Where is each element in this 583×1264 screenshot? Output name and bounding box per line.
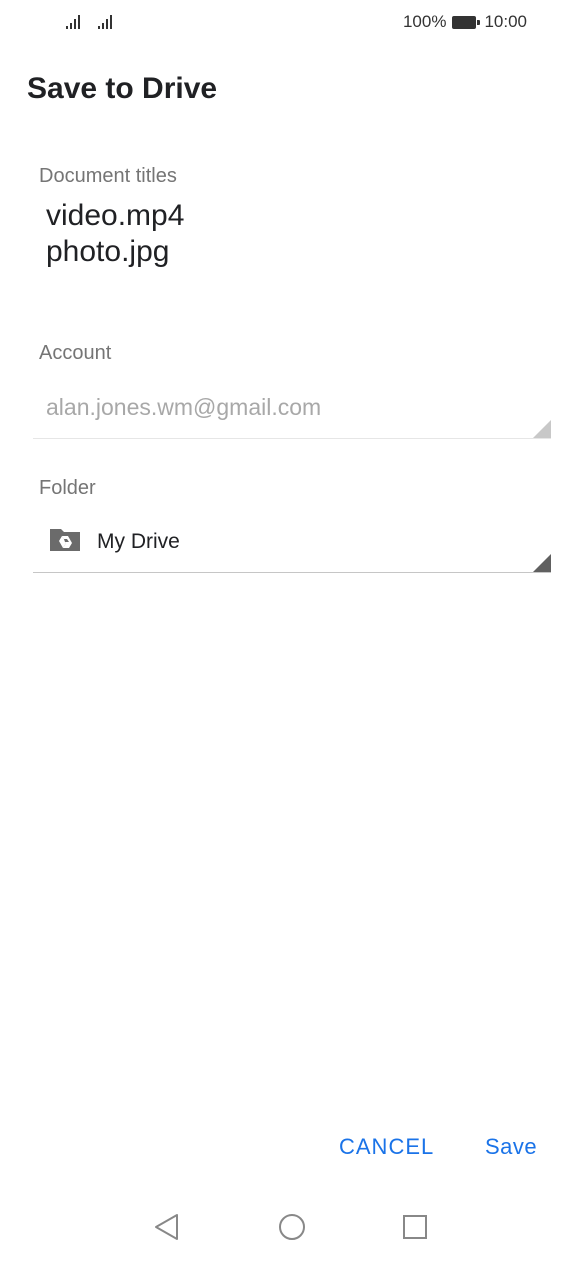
status-bar: 100% 10:00 [0, 0, 583, 44]
signal-icon [98, 15, 112, 29]
status-right: 100% 10:00 [403, 12, 527, 32]
recents-icon[interactable] [400, 1212, 430, 1242]
document-title: photo.jpg [46, 235, 170, 268]
battery-percent: 100% [402, 12, 447, 31]
dropdown-arrow-icon [533, 554, 551, 572]
home-icon[interactable] [277, 1212, 307, 1242]
dropdown-arrow-icon [533, 420, 551, 438]
page-title: Save to Drive [27, 72, 218, 105]
navigation-bar [0, 1196, 583, 1264]
save-button[interactable]: Save [485, 1134, 537, 1160]
cancel-button[interactable]: CANCEL [339, 1134, 434, 1160]
signal-icon [66, 15, 80, 29]
folder-label: Folder [39, 477, 96, 499]
account-value: alan.jones.wm@gmail.com [46, 394, 322, 420]
back-icon[interactable] [152, 1212, 182, 1242]
folder-value: My Drive [97, 530, 180, 553]
clock: 10:00 [484, 12, 527, 31]
battery-icon [452, 15, 481, 29]
account-label: Account [39, 342, 112, 364]
account-spinner[interactable]: alan.jones.wm@gmail.com [33, 386, 551, 439]
document-titles-label: Document titles [39, 165, 177, 187]
document-title: video.mp4 [46, 199, 185, 232]
drive-folder-icon [50, 529, 80, 551]
folder-spinner[interactable]: My Drive [33, 518, 551, 573]
